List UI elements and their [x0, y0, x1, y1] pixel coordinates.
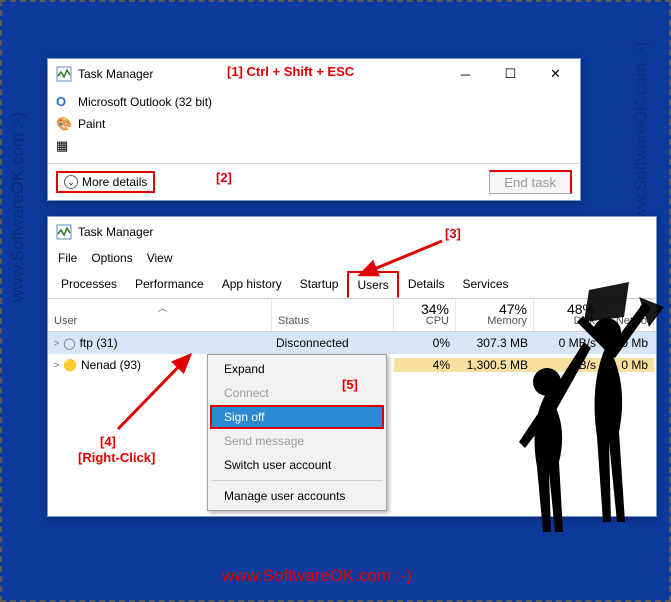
silhouette-figures — [489, 272, 669, 562]
chevron-down-icon: ⌄ — [64, 175, 78, 189]
process-name: Microsoft Outlook (32 bit) — [78, 95, 212, 109]
user-cpu: 0% — [394, 336, 456, 350]
generic-app-icon: ▦ — [56, 138, 72, 154]
annotation-1: [1] Ctrl + Shift + ESC — [227, 64, 354, 79]
ctx-sign-off[interactable]: Sign off — [210, 405, 384, 429]
more-details-button[interactable]: ⌄ More details — [56, 171, 155, 193]
task-manager-icon — [56, 66, 72, 82]
outlook-icon: O — [56, 94, 72, 110]
ctx-send-message[interactable]: Send message — [210, 429, 384, 453]
maximize-button[interactable]: ☐ — [488, 60, 533, 88]
close-button[interactable]: ✕ — [533, 60, 578, 88]
process-row[interactable]: ▦ — [48, 135, 580, 157]
annotation-3: [3] — [445, 226, 461, 241]
ctx-switch-user[interactable]: Switch user account — [210, 453, 384, 477]
more-details-label: More details — [82, 175, 147, 189]
user-status: Disconnected — [272, 336, 394, 350]
expand-chevron-icon[interactable]: > — [54, 338, 59, 348]
watermark-left: www.SoftwareOK.com :-) — [8, 112, 28, 302]
header-cpu[interactable]: 34% CPU — [394, 299, 456, 331]
process-name: Paint — [78, 117, 105, 131]
paint-icon: 🎨 — [56, 116, 72, 132]
annotation-4: [4] — [100, 434, 116, 449]
context-menu: Expand Connect Sign off Send message Swi… — [207, 354, 387, 511]
bottom-bar: ⌄ More details End task — [48, 163, 580, 200]
menu-file[interactable]: File — [58, 251, 77, 265]
cpu-percent: 34% — [421, 301, 449, 317]
annotation-2: [2] — [216, 170, 232, 185]
tab-app-history[interactable]: App history — [213, 271, 291, 298]
header-status[interactable]: Status — [272, 299, 394, 331]
task-manager-icon — [56, 224, 72, 240]
watermark-bottom: www.SoftwareOK.com :-) — [222, 566, 412, 586]
process-row[interactable]: 🎨 Paint — [48, 113, 580, 135]
annotation-4b: [Right-Click] — [78, 450, 155, 465]
menu-options[interactable]: Options — [91, 251, 132, 265]
expand-chevron-icon[interactable]: > — [54, 360, 59, 370]
user-cpu: 4% — [394, 358, 456, 372]
process-row[interactable]: O Microsoft Outlook (32 bit) — [48, 91, 580, 113]
header-user-label: User — [54, 315, 77, 327]
arrow-4 — [110, 347, 210, 437]
watermark-right: www.SoftwareOK.com :-) — [631, 42, 651, 232]
tab-processes[interactable]: Processes — [52, 271, 126, 298]
user-icon: 🟡 — [63, 359, 77, 372]
menu-view[interactable]: View — [147, 251, 173, 265]
ctx-connect[interactable]: Connect — [210, 381, 384, 405]
ctx-manage-users[interactable]: Manage user accounts — [210, 484, 384, 508]
process-list: O Microsoft Outlook (32 bit) 🎨 Paint ▦ — [48, 89, 580, 163]
header-user[interactable]: ︿ User — [48, 299, 272, 331]
end-task-button[interactable]: End task — [489, 170, 572, 194]
tab-startup[interactable]: Startup — [291, 271, 348, 298]
user-icon: ◯ — [63, 337, 75, 350]
tab-performance[interactable]: Performance — [126, 271, 213, 298]
minimize-button[interactable]: ─ — [443, 60, 488, 88]
task-manager-simple-window: Task Manager ─ ☐ ✕ O Microsoft Outlook (… — [47, 58, 581, 201]
separator — [212, 480, 382, 481]
sort-chevron-icon: ︿ — [158, 301, 167, 314]
annotation-5: [5] — [342, 377, 358, 392]
ctx-expand[interactable]: Expand — [210, 357, 384, 381]
arrow-3 — [352, 233, 452, 283]
